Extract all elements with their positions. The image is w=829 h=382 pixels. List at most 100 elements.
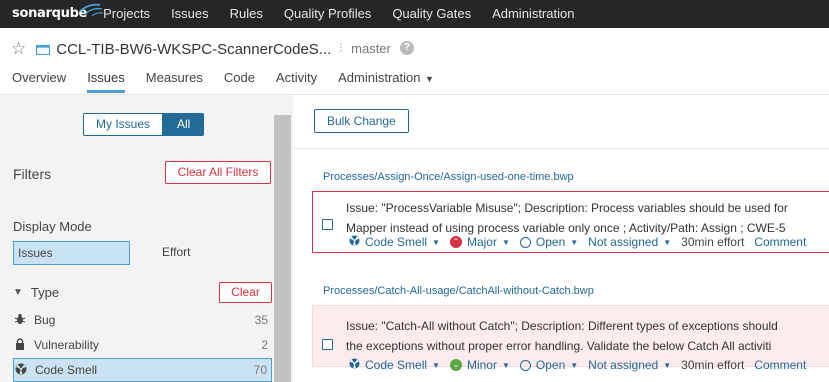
all-issues-button[interactable]: All [163, 113, 205, 136]
type-facet-header[interactable]: ▼ Type [13, 285, 59, 300]
issue-checkbox[interactable] [322, 219, 333, 230]
facet-label: Code Smell [35, 363, 98, 377]
issue-message[interactable]: Issue: "ProcessVariable Misuse"; Descrip… [346, 198, 788, 238]
facet-item-bug[interactable]: Bug 35 [13, 308, 272, 332]
component-path-link[interactable]: Processes/Catch-All-usage/CatchAll-witho… [323, 285, 594, 297]
top-navbar: sonarqube Projects Issues Rules Quality … [0, 0, 829, 28]
component-header: ☆ CCL-TIB-BW6-WKSPC-ScannerCodeS... ⁝ ma… [0, 28, 829, 95]
sonarqube-logo[interactable]: sonarqube [12, 0, 104, 28]
issues-main: Bulk Change Processes/Assign-Once/Assign… [294, 95, 829, 382]
project-name[interactable]: CCL-TIB-BW6-WKSPC-ScannerCodeS... [56, 41, 331, 58]
component-tabs: Overview Issues Measures Code Activity A… [12, 70, 455, 93]
issue-message-line: Issue: "Catch-All without Catch"; Descri… [346, 319, 778, 333]
facet-label: Bug [34, 313, 56, 327]
chevron-down-icon: ▼ [663, 360, 672, 370]
favorite-star-icon[interactable]: ☆ [11, 38, 26, 60]
branch-selector[interactable]: ⁝ master ? [339, 40, 414, 56]
issue-severity-dropdown[interactable]: ⌃ Major ▼ [449, 235, 510, 249]
component-path-link[interactable]: Processes/Assign-Once/Assign-used-one-ti… [323, 171, 574, 183]
my-issues-button[interactable]: My Issues [83, 113, 164, 136]
nav-quality-profiles[interactable]: Quality Profiles [284, 0, 371, 28]
tab-activity[interactable]: Activity [276, 70, 317, 93]
breadcrumb: ☆ CCL-TIB-BW6-WKSPC-ScannerCodeS... [11, 38, 331, 60]
nav-projects[interactable]: Projects [103, 0, 150, 28]
issue-status-dropdown[interactable]: Open ▼ [519, 358, 579, 372]
issue-assignee-label: Not assigned [588, 235, 659, 249]
display-mode-effort-option[interactable]: Effort [162, 245, 190, 259]
logo-text: sonarqube [12, 6, 88, 21]
issue-message[interactable]: Issue: "Catch-All without Catch"; Descri… [346, 316, 778, 356]
chevron-down-icon: ▼ [501, 237, 510, 247]
tab-issues[interactable]: Issues [87, 70, 125, 93]
clear-all-filters-button[interactable]: Clear All Filters [165, 161, 271, 184]
type-clear-button[interactable]: Clear [219, 282, 272, 303]
issue-effort: 30min effort [681, 358, 745, 372]
tab-code[interactable]: Code [224, 70, 255, 93]
issue-severity-label: Minor [466, 358, 497, 372]
chevron-down-icon: ▼ [501, 360, 510, 370]
issue-status-label: Open [535, 235, 566, 249]
chevron-down-icon: ▼ [432, 237, 440, 247]
nav-issues[interactable]: Issues [171, 0, 209, 28]
issue-severity-dropdown[interactable]: ⌄ Minor ▼ [449, 358, 510, 372]
tab-measures[interactable]: Measures [146, 70, 203, 93]
issue-type-dropdown[interactable]: Code Smell ▼ [349, 358, 440, 372]
issue-status-label: Open [535, 358, 566, 372]
chevron-down-icon: ▼ [422, 74, 434, 84]
project-folder-icon [36, 44, 51, 55]
divider [294, 148, 829, 149]
issue-type-label: Code Smell [365, 235, 428, 249]
comment-link[interactable]: Comment [754, 235, 806, 249]
branch-icon: ⁝ [339, 40, 344, 55]
issue-meta: Code Smell ▼ ⌄ Minor ▼ Open ▼ Not assign… [349, 358, 806, 372]
lock-icon [13, 337, 27, 353]
issue-type-label: Code Smell [365, 358, 428, 372]
display-mode-issues-option[interactable]: Issues [13, 241, 130, 265]
chevron-down-icon: ▼ [13, 287, 23, 298]
help-icon[interactable]: ? [399, 41, 414, 55]
type-facet-title: Type [30, 285, 60, 300]
issue-assignee-label: Not assigned [588, 358, 659, 372]
sidebar-scrollbar-thumb[interactable] [274, 115, 291, 382]
branch-name: master [351, 40, 391, 56]
issue-row[interactable]: Issue: "Catch-All without Catch"; Descri… [312, 305, 829, 372]
facet-count: 2 [261, 338, 268, 352]
open-status-icon [519, 359, 531, 371]
issue-meta: Code Smell ▼ ⌃ Major ▼ Open ▼ Not assign… [349, 235, 806, 249]
issue-row[interactable]: Issue: "ProcessVariable Misuse"; Descrip… [312, 191, 829, 253]
nav-rules[interactable]: Rules [230, 0, 263, 28]
facet-item-code-smell[interactable]: Code Smell 70 [13, 358, 272, 382]
issue-checkbox[interactable] [322, 339, 333, 350]
open-status-icon [519, 236, 531, 248]
tab-overview[interactable]: Overview [12, 70, 66, 93]
logo-waves-icon [79, 3, 104, 17]
filters-sidebar: My Issues All Filters Clear All Filters … [0, 95, 293, 382]
issue-severity-label: Major [466, 235, 497, 249]
chevron-down-icon: ▼ [570, 360, 579, 370]
chevron-down-icon: ▼ [663, 237, 672, 247]
issue-assignee-dropdown[interactable]: Not assigned ▼ [588, 235, 671, 249]
issues-scope-toggle: My Issues All [83, 113, 205, 136]
code-smell-icon [349, 235, 360, 249]
facet-item-vulnerability[interactable]: Vulnerability 2 [13, 333, 272, 357]
facet-count: 35 [254, 313, 268, 327]
tab-administration[interactable]: Administration ▼ [338, 70, 434, 93]
code-smell-icon [349, 358, 360, 372]
issue-status-dropdown[interactable]: Open ▼ [519, 235, 579, 249]
nav-quality-gates[interactable]: Quality Gates [392, 0, 471, 28]
bug-icon [13, 313, 27, 328]
tab-administration-label: Administration [338, 70, 421, 85]
filters-title: Filters [13, 166, 52, 182]
code-smell-icon [14, 363, 28, 378]
chevron-down-icon: ▼ [570, 237, 579, 247]
issue-assignee-dropdown[interactable]: Not assigned ▼ [588, 358, 671, 372]
bulk-change-button[interactable]: Bulk Change [314, 109, 409, 133]
facet-count: 70 [253, 363, 267, 377]
issue-effort: 30min effort [681, 235, 745, 249]
issue-message-line: the exceptions without proper error hand… [346, 339, 772, 353]
display-mode-title: Display Mode [13, 219, 92, 234]
issue-message-line: Issue: "ProcessVariable Misuse"; Descrip… [346, 201, 788, 215]
nav-administration[interactable]: Administration [492, 0, 574, 28]
issue-type-dropdown[interactable]: Code Smell ▼ [349, 235, 440, 249]
comment-link[interactable]: Comment [754, 358, 806, 372]
